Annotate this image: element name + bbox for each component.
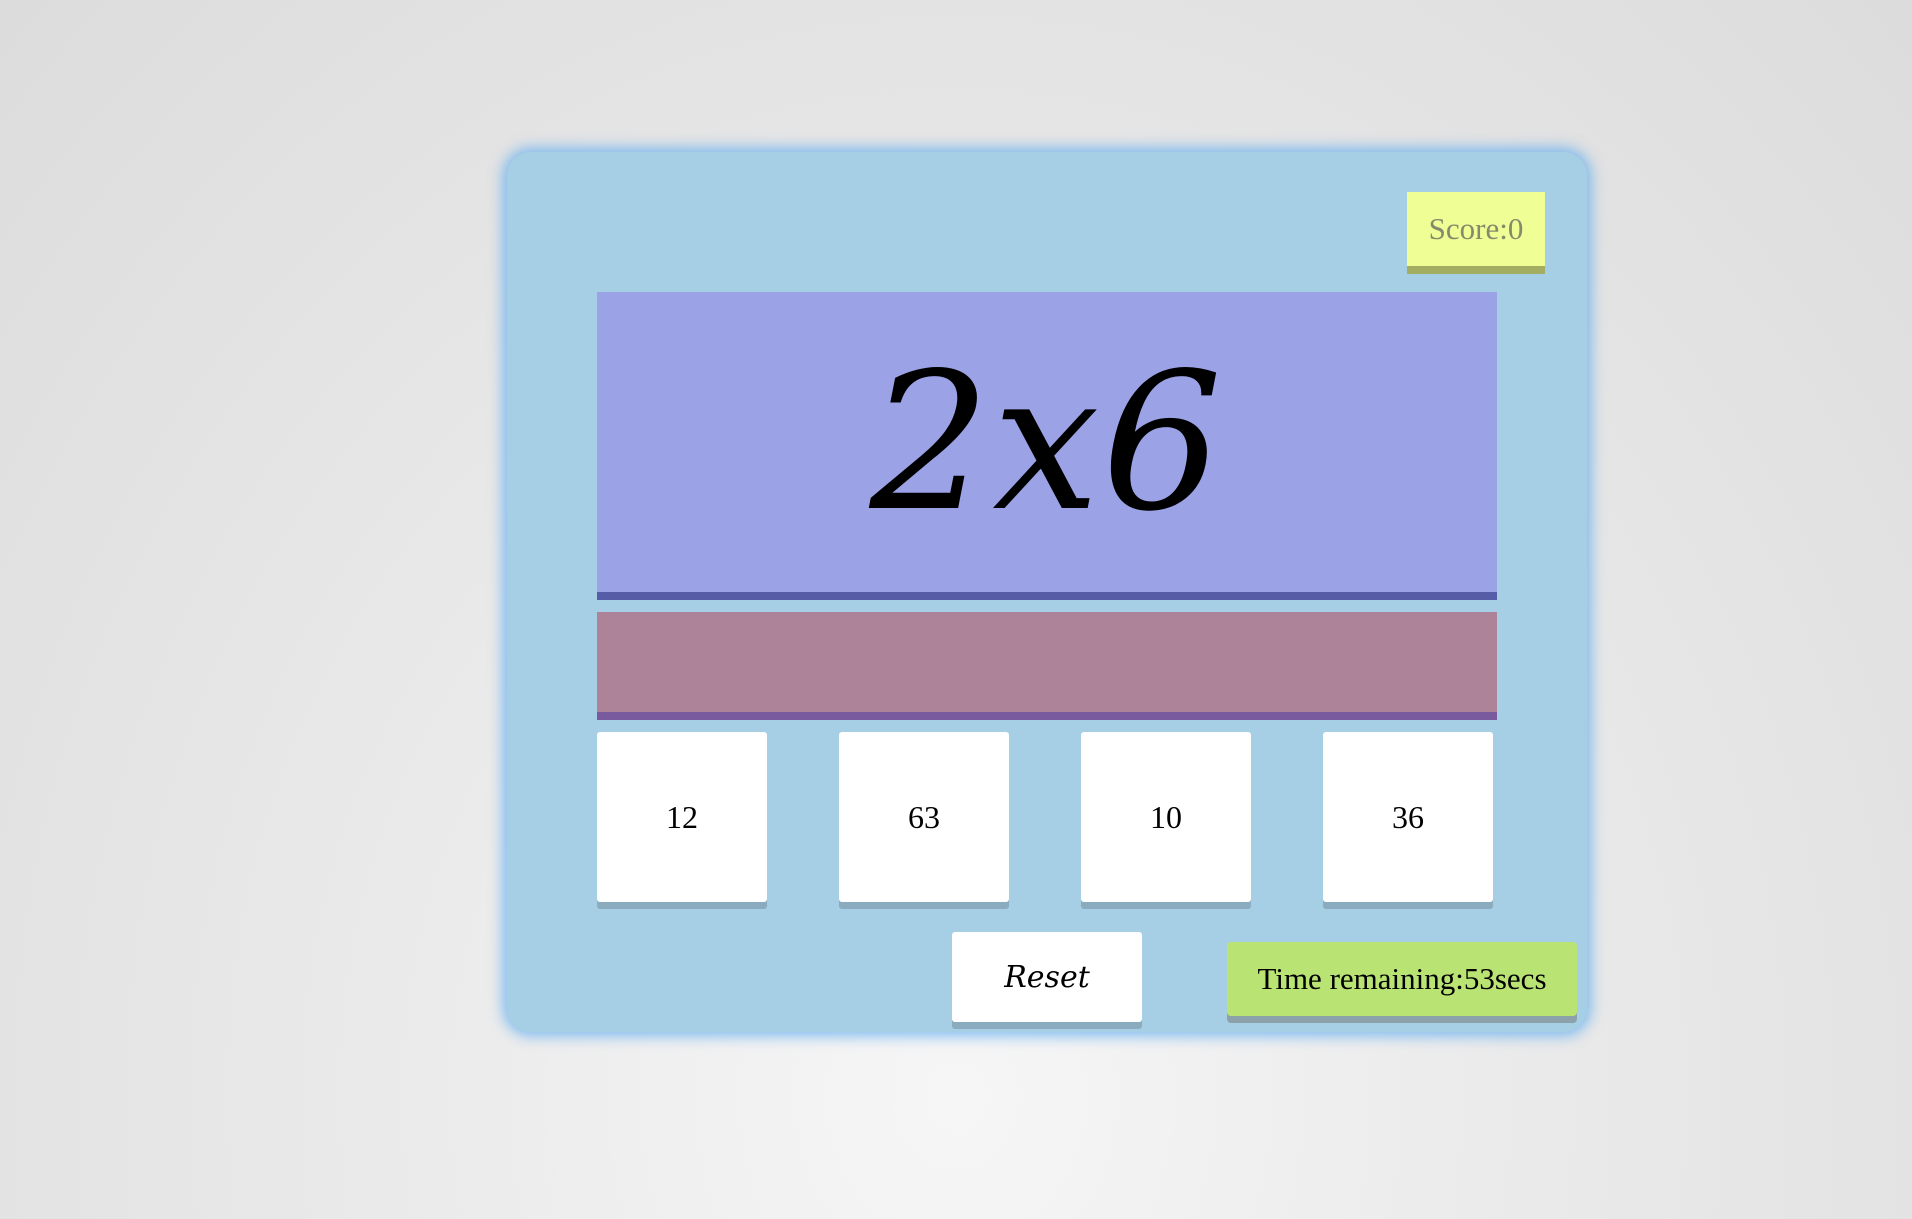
time-remaining-unit: secs [1494,961,1547,996]
game-container: Score: 0 2x6 12 63 10 36 Reset Time remai… [507,152,1587,1032]
score-label: Score: [1428,211,1508,246]
answer-choice-1[interactable]: 12 [597,732,767,902]
answer-choice-3[interactable]: 10 [1081,732,1251,902]
time-remaining-value: 53 [1463,961,1495,996]
instruction-bar [597,612,1497,712]
score-badge: Score: 0 [1407,192,1545,266]
time-remaining-label: Time remaining: [1257,961,1464,996]
question-display: 2x6 [597,292,1497,592]
answer-choice-2[interactable]: 63 [839,732,1009,902]
answer-choice-4[interactable]: 36 [1323,732,1493,902]
score-value: 0 [1507,211,1524,246]
time-remaining-badge: Time remaining: 53 secs [1227,942,1577,1016]
reset-button[interactable]: Reset [952,932,1142,1022]
